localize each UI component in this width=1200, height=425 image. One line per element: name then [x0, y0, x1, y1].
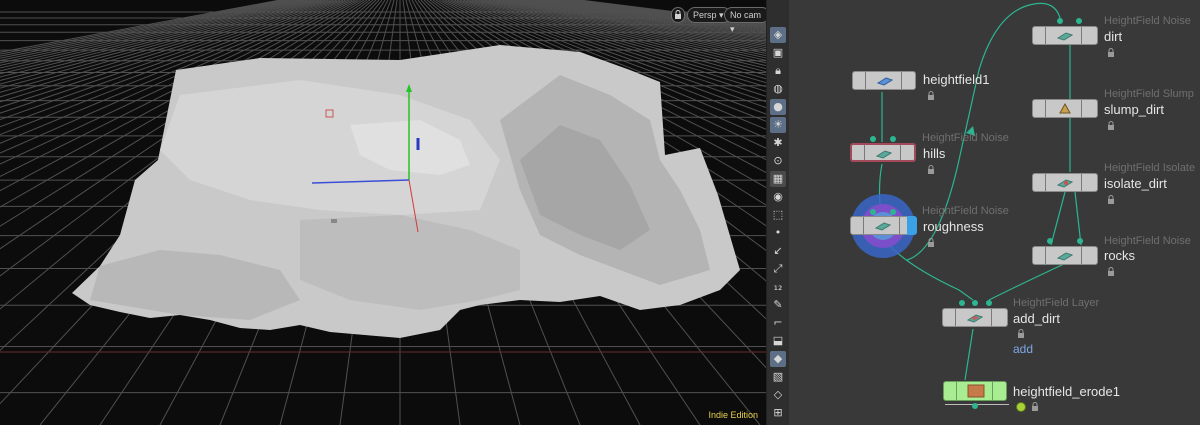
viewport-layout-icon[interactable]: ▣ [770, 45, 786, 61]
point-icon[interactable]: • [770, 225, 786, 241]
background-icon[interactable]: ▧ [770, 369, 786, 385]
input-connector[interactable] [1047, 238, 1053, 244]
node-name: dirt [1104, 29, 1123, 44]
terrain-mesh [72, 45, 740, 338]
input-connector[interactable] [890, 136, 896, 142]
heightfield-thumb-icon [877, 77, 893, 86]
node-type-label: HeightField Isolate [1104, 162, 1196, 174]
edition-label: Indie Edition [708, 410, 758, 420]
node-name: roughness [923, 219, 984, 234]
view-mode-label: Persp [693, 10, 717, 20]
houdini-window: Persp ▾ No cam ▾ Indie Edition ◈ ▣ 🔒︎ ◍ … [0, 0, 1200, 425]
scene-light-icon[interactable]: ✱ [770, 135, 786, 151]
lock-icon[interactable] [1017, 329, 1025, 338]
chevron-down-icon: ▾ [730, 24, 735, 34]
node-type-label: HeightField Slump [1104, 88, 1194, 100]
input-connector[interactable] [890, 209, 896, 215]
lock-icon[interactable] [927, 238, 935, 247]
network-editor[interactable]: heightfield1 HeightField Noise hills Hei… [789, 0, 1200, 425]
paint-icon[interactable]: ✎ [770, 297, 786, 313]
camera-menu[interactable]: No cam ▾ [724, 7, 766, 34]
node-name: add_dirt [1013, 311, 1060, 326]
input-connector[interactable] [1057, 18, 1063, 24]
node-comment-label: add [1013, 342, 1034, 356]
isolate-thumb-icon [1057, 179, 1073, 188]
input-connector[interactable] [1077, 238, 1083, 244]
node-name: hills [923, 146, 946, 161]
erode-thumb-icon [967, 384, 985, 398]
noise-thumb-icon [1057, 252, 1073, 261]
checker-icon[interactable]: ⊙ [770, 153, 786, 169]
slump-thumb-icon [1059, 103, 1071, 114]
input-connector[interactable] [870, 209, 876, 215]
node-body[interactable] [1032, 99, 1098, 118]
viewport-lock-button[interactable] [671, 7, 685, 23]
node-type-label: HeightField Noise [1104, 235, 1191, 247]
input-connector[interactable] [1076, 18, 1082, 24]
wireframe-icon[interactable]: ◆ [770, 351, 786, 367]
node-type-label: HeightField Noise [1104, 15, 1191, 27]
guide-icon[interactable]: ⌐ [770, 315, 786, 331]
node-name: rocks [1104, 248, 1136, 263]
primitive-icon[interactable]: ⬚ [770, 207, 786, 223]
lock-view-icon[interactable]: 🔒︎ [770, 63, 786, 79]
layer-thumb-icon [967, 314, 983, 323]
node-body[interactable] [1032, 26, 1098, 45]
normal-icon[interactable]: ↙ [770, 243, 786, 259]
node-body[interactable] [942, 308, 1008, 327]
headlight-icon[interactable]: ☀ [770, 117, 786, 133]
node-name: heightfield1 [923, 72, 990, 87]
node-body[interactable] [850, 216, 917, 235]
node-body[interactable] [852, 71, 916, 90]
node-name: isolate_dirt [1104, 176, 1167, 191]
input-connector[interactable] [972, 300, 978, 306]
node-name: slump_dirt [1104, 102, 1164, 117]
display-options-icon[interactable]: ◈ [770, 27, 786, 43]
lock-icon[interactable] [1107, 48, 1115, 57]
lock-icon [675, 10, 681, 19]
lock-icon[interactable] [1031, 402, 1039, 411]
node-type-label: HeightField Noise [922, 205, 1009, 217]
camera-label: No cam [730, 10, 762, 20]
display-flag[interactable] [907, 216, 917, 235]
bypass-flag-icon[interactable] [1016, 402, 1026, 412]
node-body[interactable] [850, 143, 916, 162]
vector-icon[interactable]: ⤢ [770, 261, 786, 277]
lock-icon[interactable] [927, 91, 935, 100]
lock-icon[interactable] [1107, 195, 1115, 204]
input-connector[interactable] [986, 300, 992, 306]
node-body[interactable] [1032, 173, 1098, 192]
node-body[interactable] [943, 381, 1007, 401]
input-connector[interactable] [870, 136, 876, 142]
noise-thumb-icon [875, 222, 891, 231]
node-type-label: HeightField Layer [1013, 297, 1100, 309]
chevron-down-icon: ▾ [719, 10, 724, 20]
ghost-icon[interactable]: ▦ [770, 171, 786, 187]
input-connector[interactable] [959, 300, 965, 306]
visualizer-icon[interactable]: ◉ [770, 189, 786, 205]
noise-thumb-icon [1057, 32, 1073, 41]
lock-icon[interactable] [1107, 267, 1115, 276]
node-body[interactable] [1032, 246, 1098, 265]
point-numbers-icon[interactable]: ₁₂ [770, 279, 786, 295]
guide-toggle-icon[interactable]: ⊞ [770, 405, 786, 421]
node-type-label: HeightField Noise [922, 132, 1009, 144]
light-bulb-icon[interactable]: ● [770, 99, 786, 115]
noise-thumb-icon [876, 150, 892, 159]
render-region-icon[interactable]: ◇ [770, 387, 786, 403]
shading-sphere-icon[interactable]: ◍ [770, 81, 786, 97]
scene-viewport[interactable]: Persp ▾ No cam ▾ Indie Edition [0, 0, 766, 425]
lock-icon[interactable] [1107, 121, 1115, 130]
lock-icon[interactable] [927, 165, 935, 174]
snapshot-icon[interactable]: ⬓ [770, 333, 786, 349]
viewport-display-toolbar: ◈ ▣ 🔒︎ ◍ ● ☀ ✱ ⊙ ▦ ◉ ⬚ • ↙ ⤢ ₁₂ ✎ ⌐ ⬓ ◆ … [766, 0, 789, 425]
node-name: heightfield_erode1 [1013, 384, 1120, 399]
output-connector[interactable] [972, 403, 978, 409]
viewport-canvas[interactable] [0, 0, 766, 425]
